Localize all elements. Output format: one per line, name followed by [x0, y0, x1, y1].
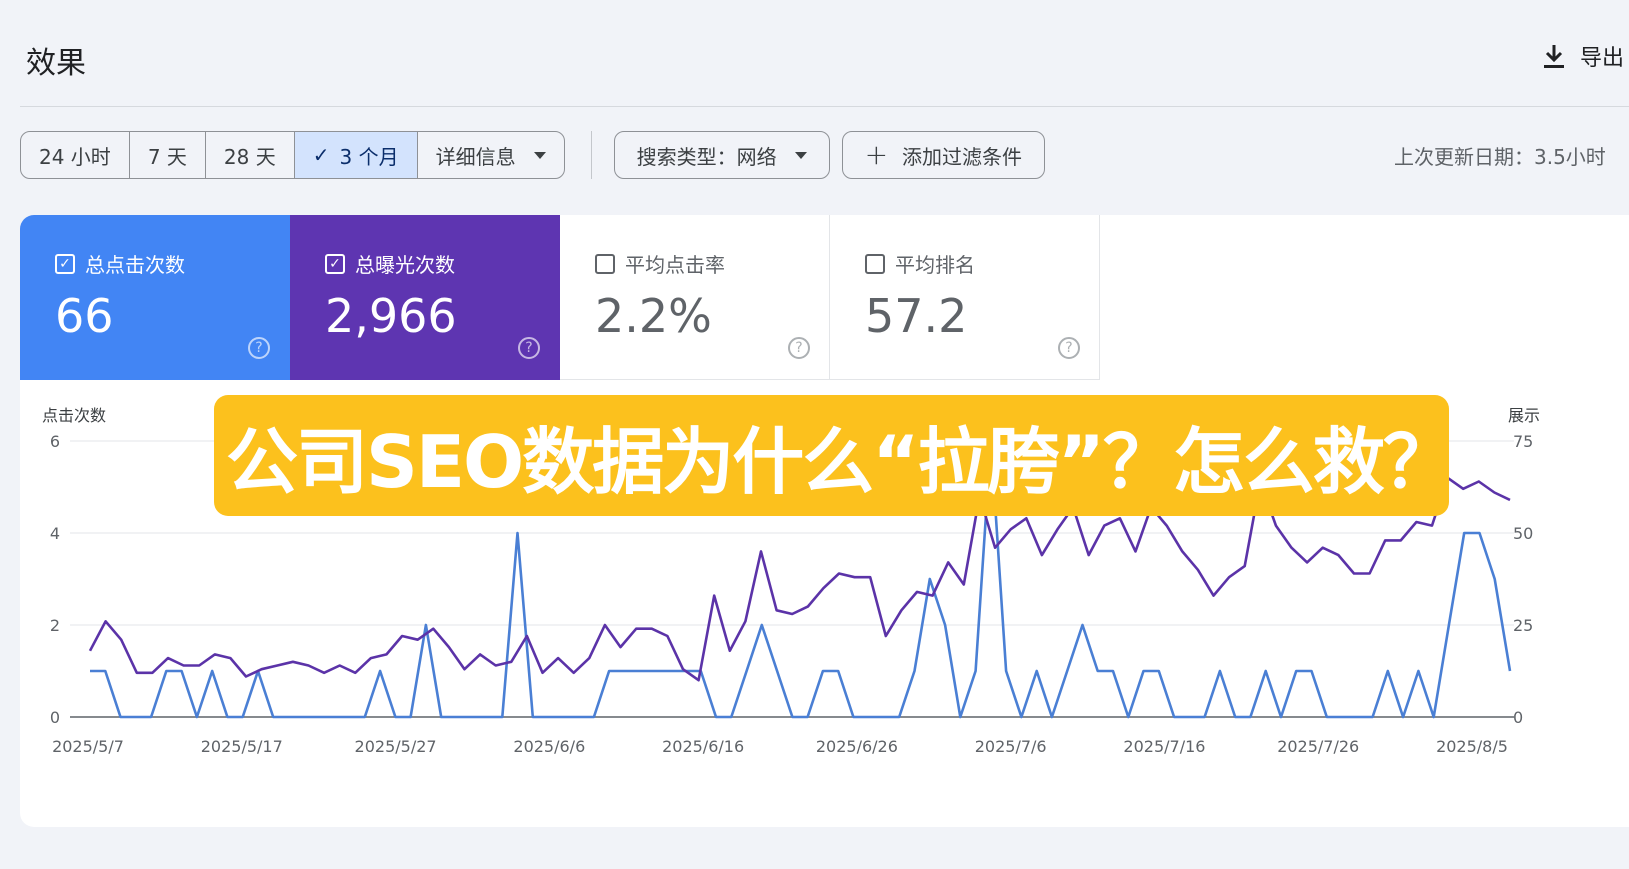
- date-range-7d[interactable]: 7 天: [130, 132, 206, 178]
- date-range-selector: 24 小时 7 天 28 天 ✓ 3 个月 详细信息: [20, 131, 565, 179]
- performance-chart: 0 2 4 6 0 25 50 75 点击次数 展示 2025/5/7 2025/5/17 2025/5…: [42, 406, 1540, 756]
- x-tick-label: 2025/7/26: [1277, 737, 1359, 756]
- date-range-24h[interactable]: 24 小时: [21, 132, 130, 178]
- date-range-28d[interactable]: 28 天: [206, 132, 295, 178]
- date-range-label: 7 天: [147, 144, 187, 169]
- caret-down-icon: [794, 151, 807, 159]
- left-tick-label: 0: [50, 708, 60, 727]
- overlay-headline: 公司SEO数据为什么“拉胯”？怎么救？: [226, 420, 1455, 504]
- search-type-dropdown[interactable]: 搜索类型：网络: [613, 131, 830, 179]
- right-tick-label: 75: [1513, 432, 1533, 451]
- add-filter-button[interactable]: + 添加过滤条件: [841, 131, 1046, 179]
- checkmark-icon: ✓: [312, 143, 330, 167]
- x-tick-label: 2025/5/17: [201, 737, 283, 756]
- details-dropdown[interactable]: 详细信息: [418, 132, 564, 178]
- x-tick-label: 2025/6/6: [513, 737, 585, 756]
- right-tick-label: 25: [1513, 616, 1533, 635]
- filter-toolbar: 24 小时 7 天 28 天 ✓ 3 个月 详细信息 搜索类型：网络 + 添加过…: [20, 131, 1057, 179]
- x-tick-label: 2025/5/27: [355, 737, 437, 756]
- plus-icon: +: [864, 138, 889, 171]
- left-tick-label: 4: [50, 524, 60, 543]
- x-tick-label: 2025/6/16: [662, 737, 744, 756]
- export-label: 导出: [1580, 46, 1625, 71]
- right-tick-label: 50: [1513, 524, 1533, 543]
- title-overlay-banner: 公司SEO数据为什么“拉胯”？怎么救？: [214, 395, 1455, 516]
- date-range-label: 3 个月: [339, 144, 399, 169]
- x-tick-label: 2025/7/16: [1123, 737, 1205, 756]
- caret-down-icon: [533, 151, 546, 159]
- right-axis-label: 展示: [1508, 406, 1540, 425]
- x-tick-label: 2025/8/5: [1436, 737, 1508, 756]
- x-tick-label: 2025/6/26: [816, 737, 898, 756]
- left-axis-label: 点击次数: [42, 406, 106, 425]
- left-tick-label: 2: [50, 616, 60, 635]
- toolbar-divider: [590, 131, 592, 179]
- search-type-label: 搜索类型：网络: [636, 144, 777, 169]
- page-header: 效果 导出: [0, 0, 1629, 106]
- add-filter-label: 添加过滤条件: [902, 144, 1023, 169]
- last-updated-text: 上次更新日期：3.5小时: [1394, 145, 1606, 169]
- left-tick-label: 6: [50, 432, 60, 451]
- details-label: 详细信息: [435, 144, 516, 169]
- page-title: 效果: [26, 46, 86, 81]
- x-tick-label: 2025/7/6: [975, 737, 1047, 756]
- date-range-label: 28 天: [223, 144, 276, 169]
- performance-card: ✓ 总点击次数 66 ? ✓ 总曝光次数 2,966 ? 平均点击率 2.2% ? …: [20, 215, 1629, 827]
- date-range-label: 24 小时: [39, 144, 111, 169]
- right-tick-label: 0: [1513, 708, 1523, 727]
- x-tick-label: 2025/5/7: [52, 737, 124, 756]
- download-icon: [1544, 45, 1564, 68]
- header-divider: [20, 106, 1629, 107]
- date-range-3m[interactable]: ✓ 3 个月: [294, 132, 418, 178]
- export-button[interactable]: 导出: [1542, 40, 1624, 72]
